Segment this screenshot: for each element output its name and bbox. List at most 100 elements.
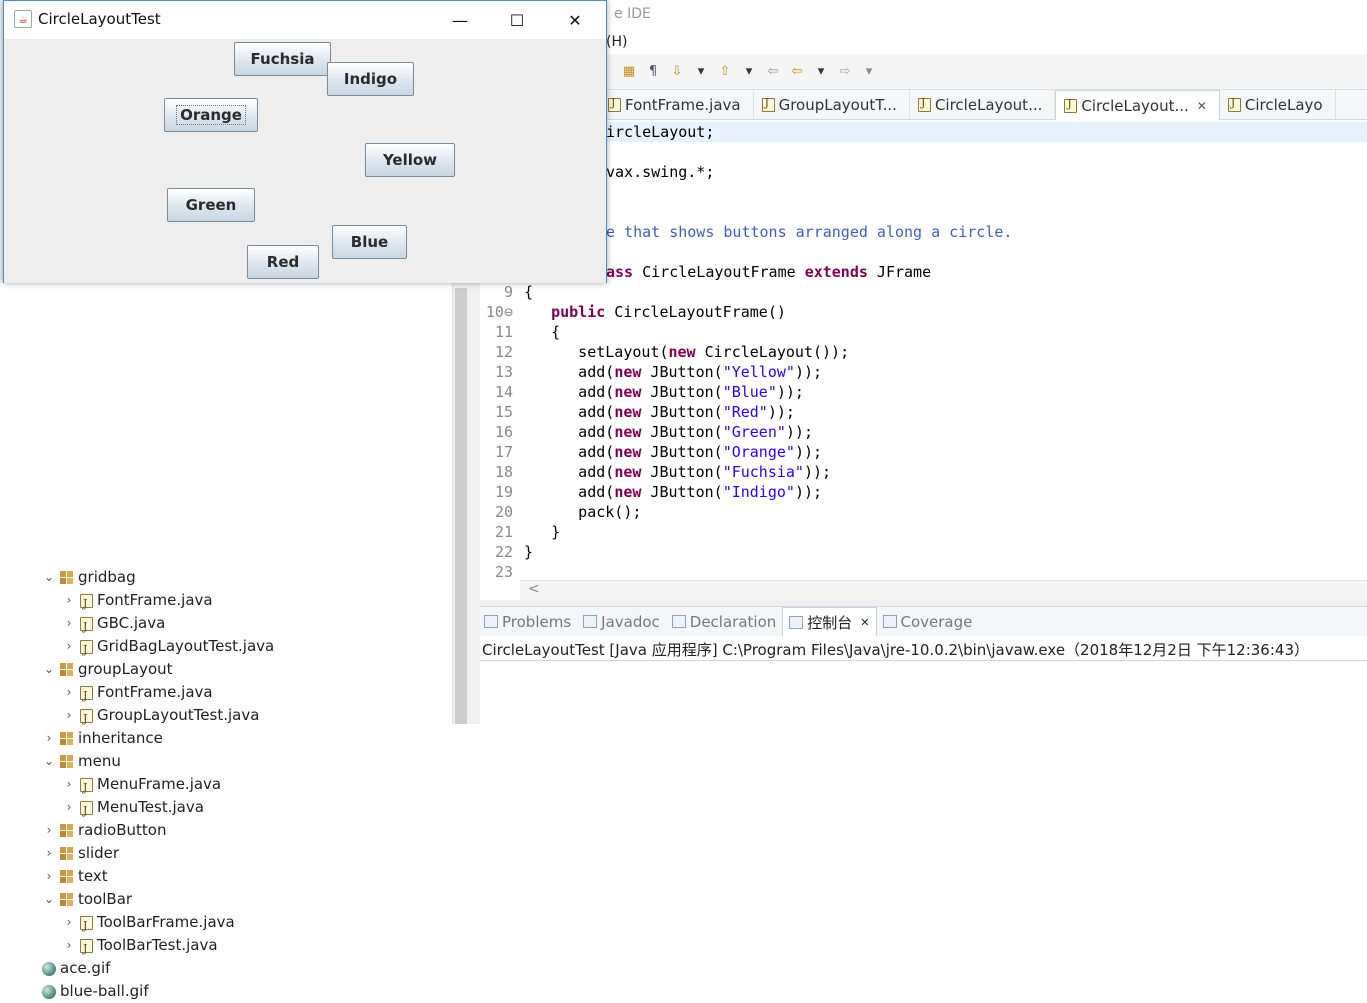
close-button[interactable]: ✕: [552, 1, 598, 39]
tree-item[interactable]: › text: [42, 865, 108, 888]
tree-item[interactable]: › inheritance: [42, 727, 163, 750]
fuchsia-button[interactable]: Fuchsia: [234, 42, 331, 76]
code-line[interactable]: 12 setLayout(new CircleLayout());: [480, 342, 849, 362]
editor-horizontal-scrollbar[interactable]: <: [520, 580, 1367, 600]
tree-item[interactable]: ⌄ menu: [42, 750, 121, 773]
window-title: CircleLayoutTest: [38, 10, 161, 28]
indigo-button[interactable]: Indigo: [327, 62, 414, 96]
code-line[interactable]: 15 add(new JButton("Red"));: [480, 402, 795, 422]
code-line[interactable]: 18 add(new JButton("Fuchsia"));: [480, 462, 831, 482]
code-line[interactable]: 13 add(new JButton("Yellow"));: [480, 362, 822, 382]
tree-item[interactable]: › slider: [42, 842, 119, 865]
expand-chevron-icon[interactable]: ›: [62, 635, 76, 658]
tree-item[interactable]: ⌄ gridbag: [42, 566, 136, 589]
code-line[interactable]: 21 }: [480, 522, 560, 542]
expand-chevron-icon[interactable]: ›: [62, 681, 76, 704]
code-line[interactable]: 22}: [480, 542, 533, 562]
expand-chevron-icon[interactable]: ›: [42, 819, 56, 842]
code-line[interactable]: 23: [480, 562, 524, 582]
back-icon[interactable]: ⇦: [788, 63, 806, 81]
toggle-block-icon[interactable]: ▦: [620, 63, 638, 81]
dropdown-arrow-icon[interactable]: ▾: [740, 63, 758, 81]
code-line[interactable]: 19 add(new JButton("Indigo"));: [480, 482, 822, 502]
close-tab-icon[interactable]: ✕: [1197, 99, 1207, 113]
code-line[interactable]: ircleLayout;: [606, 122, 714, 142]
tree-item[interactable]: › ToolBarTest.java: [62, 934, 218, 960]
code-line[interactable]: 10⊖ public CircleLayoutFrame(): [480, 302, 786, 322]
package-icon: [60, 732, 74, 745]
expand-chevron-icon[interactable]: ›: [62, 796, 76, 819]
pilcrow-icon[interactable]: ¶: [644, 63, 662, 81]
help-menu[interactable]: (H): [606, 34, 627, 50]
tree-item[interactable]: › GridBagLayoutTest.java: [62, 635, 275, 661]
bottom-tab[interactable]: Problems: [478, 607, 577, 637]
console-output[interactable]: [478, 661, 1367, 724]
tree-item[interactable]: ⌄ groupLayout: [42, 658, 173, 681]
package-icon: [60, 755, 74, 768]
tree-item[interactable]: › MenuTest.java: [62, 796, 204, 822]
expand-chevron-icon[interactable]: ›: [62, 911, 76, 934]
editor-tab[interactable]: GroupLayoutT...: [754, 90, 910, 120]
last-edit-icon[interactable]: ⇦: [764, 63, 782, 81]
next-annotation-icon[interactable]: ⇩: [668, 63, 686, 81]
code-line[interactable]: e that shows buttons arranged along a ci…: [606, 222, 1012, 242]
tree-item[interactable]: › GBC.java: [62, 612, 166, 638]
tree-item[interactable]: › radioButton: [42, 819, 167, 842]
expand-chevron-icon[interactable]: ›: [42, 842, 56, 865]
blue-button[interactable]: Blue: [332, 225, 407, 259]
code-line[interactable]: 9{: [480, 282, 533, 302]
editor-tab[interactable]: CircleLayout... ✕: [1055, 90, 1220, 120]
tree-item[interactable]: › FontFrame.java: [62, 589, 213, 615]
editor-tab[interactable]: CircleLayo: [1220, 90, 1336, 120]
expand-chevron-icon[interactable]: ›: [62, 773, 76, 796]
tree-item[interactable]: ace.gif: [42, 957, 110, 980]
collapse-chevron-icon[interactable]: ⌄: [42, 566, 56, 589]
green-button[interactable]: Green: [167, 188, 255, 222]
code-line[interactable]: 16 add(new JButton("Green"));: [480, 422, 813, 442]
editor-tab[interactable]: FontFrame.java: [600, 90, 754, 120]
tree-item[interactable]: › FontFrame.java: [62, 681, 213, 707]
bottom-tab[interactable]: Javadoc: [577, 607, 666, 637]
prev-annotation-icon[interactable]: ⇧: [716, 63, 734, 81]
dropdown-arrow-icon[interactable]: ▾: [860, 63, 878, 81]
bottom-tab[interactable]: Declaration: [666, 607, 782, 637]
dropdown-arrow-icon[interactable]: ▾: [692, 63, 710, 81]
tree-item[interactable]: › ToolBarFrame.java: [62, 911, 235, 937]
expand-chevron-icon[interactable]: ›: [42, 865, 56, 888]
tree-item[interactable]: › MenuFrame.java: [62, 773, 222, 799]
code-line[interactable]: ass CircleLayoutFrame extends JFrame: [606, 262, 931, 282]
orange-button[interactable]: Orange: [164, 98, 258, 132]
forward-icon[interactable]: ⇨: [836, 63, 854, 81]
code-line[interactable]: 11 {: [480, 322, 560, 342]
yellow-button[interactable]: Yellow: [365, 143, 455, 177]
editor-tab[interactable]: CircleLayout...: [910, 90, 1056, 120]
code-line[interactable]: vax.swing.*;: [606, 162, 714, 182]
collapse-chevron-icon[interactable]: ⌄: [42, 888, 56, 911]
expand-chevron-icon[interactable]: ›: [62, 612, 76, 635]
explorer-scroll-thumb[interactable]: [455, 288, 467, 724]
line-number: 11: [494, 323, 513, 341]
tree-item[interactable]: blue-ball.gif: [42, 980, 149, 1003]
fuchsia-button-label: Fuchsia: [250, 50, 315, 68]
tree-item-label: slider: [78, 844, 120, 862]
expand-chevron-icon[interactable]: ›: [62, 934, 76, 957]
code-line[interactable]: 14 add(new JButton("Blue"));: [480, 382, 804, 402]
code-line[interactable]: 17 add(new JButton("Orange"));: [480, 442, 822, 462]
bottom-tab-label: Problems: [502, 612, 572, 631]
collapse-chevron-icon[interactable]: ⌄: [42, 750, 56, 773]
expand-chevron-icon[interactable]: ›: [42, 727, 56, 750]
dropdown-arrow-icon[interactable]: ▾: [812, 63, 830, 81]
code-line[interactable]: 20 pack();: [480, 502, 641, 522]
bottom-tab[interactable]: 控制台 ✕: [782, 606, 877, 637]
close-view-icon[interactable]: ✕: [860, 616, 869, 629]
red-button[interactable]: Red: [247, 245, 319, 279]
bottom-tab[interactable]: Coverage: [877, 607, 979, 637]
collapse-chevron-icon[interactable]: ⌄: [42, 658, 56, 681]
maximize-button[interactable]: ☐: [494, 1, 540, 39]
tree-item-label: radioButton: [78, 821, 167, 839]
tree-item[interactable]: ⌄ toolBar: [42, 888, 132, 911]
window-titlebar[interactable]: ☕ CircleLayoutTest — ☐ ✕: [4, 1, 606, 39]
minimize-button[interactable]: —: [437, 1, 483, 39]
expand-chevron-icon[interactable]: ›: [62, 589, 76, 612]
view-sash[interactable]: [470, 283, 480, 724]
